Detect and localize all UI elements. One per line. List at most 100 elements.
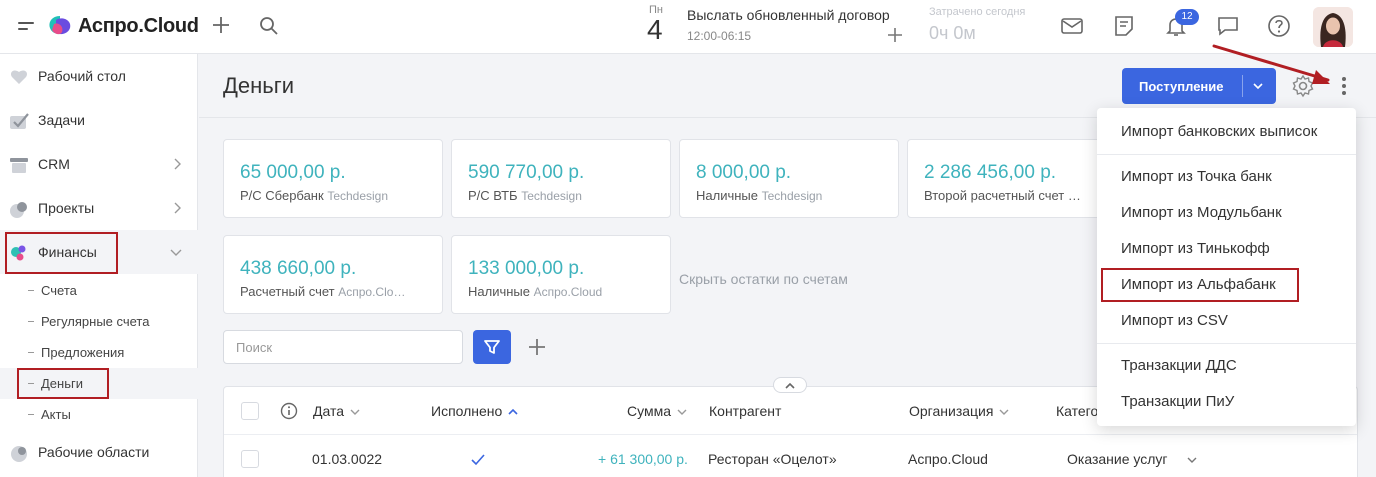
column-date[interactable]: Дата xyxy=(313,403,360,419)
sidebar-item-label: Задачи xyxy=(38,112,86,128)
sidebar-subitem-label: Счета xyxy=(41,283,77,298)
account-org: Аспро.Cloud xyxy=(533,285,603,299)
add-time-icon[interactable] xyxy=(886,26,904,44)
select-all-checkbox[interactable] xyxy=(241,402,259,420)
sidebar-item-finance[interactable]: Финансы xyxy=(0,230,198,274)
sidebar-item-workspaces[interactable]: Рабочие области xyxy=(0,430,198,474)
menu-item-import-csv[interactable]: Импорт из CSV xyxy=(1097,303,1356,339)
menu-item-label: Импорт из CSV xyxy=(1121,312,1228,329)
search-icon[interactable] xyxy=(258,15,280,37)
menu-item-import-alfabank[interactable]: Импорт из Альфабанк xyxy=(1097,267,1356,303)
chevron-up-icon xyxy=(508,409,518,415)
sidebar-item-projects[interactable]: Проекты xyxy=(0,186,198,230)
chevron-down-icon xyxy=(677,409,687,416)
menu-item-label: Импорт из Тинькофф xyxy=(1121,240,1270,257)
column-completed[interactable]: Исполнено xyxy=(431,403,518,419)
finance-icon xyxy=(11,245,26,261)
account-org: Techdesign xyxy=(327,189,389,203)
column-organization[interactable]: Организация xyxy=(909,403,1009,419)
spent-today-label: Затрачено сегодня xyxy=(929,6,1026,18)
sidebar-item-label: Рабочие области xyxy=(38,444,150,460)
mail-icon[interactable] xyxy=(1060,14,1084,38)
row-category[interactable]: Оказание услуг xyxy=(1067,451,1168,467)
menu-item-import-tinkoff[interactable]: Импорт из Тинькофф xyxy=(1097,231,1356,267)
chevron-right-icon xyxy=(174,202,181,214)
sidebar-subitem-acts[interactable]: Акты xyxy=(0,399,198,430)
notes-icon[interactable] xyxy=(1112,14,1136,38)
account-balance: 590 770,00 р. xyxy=(468,162,585,183)
sidebar-item-label: Рабочий стол xyxy=(38,68,126,84)
search-input[interactable] xyxy=(223,330,463,364)
menu-icon[interactable] xyxy=(18,22,34,32)
top-bar: Аспро.Cloud Пн 4 Выслать обновленный дог… xyxy=(0,0,1376,54)
account-balance: 8 000,00 р. xyxy=(696,162,792,183)
column-counterparty[interactable]: Контрагент xyxy=(709,403,781,419)
sidebar-subitem-money[interactable]: Деньги xyxy=(0,368,198,399)
account-name: Наличные Аспро.Cloud xyxy=(468,284,603,299)
menu-item-import-tochka[interactable]: Импорт из Точка банк xyxy=(1097,159,1356,195)
account-card[interactable]: 133 000,00 р. Наличные Аспро.Cloud xyxy=(451,235,671,314)
sidebar-subitem-label: Акты xyxy=(41,407,71,422)
account-card[interactable]: 590 770,00 р. Р/С ВТБ Techdesign xyxy=(451,139,671,218)
account-org: Techdesign xyxy=(521,189,582,203)
projects-icon xyxy=(10,202,27,218)
account-card[interactable]: 65 000,00 р. Р/С Сбербанк Techdesign xyxy=(223,139,443,218)
add-icon[interactable] xyxy=(210,14,232,36)
help-icon[interactable] xyxy=(1267,14,1291,38)
app-name[interactable]: Аспро.Cloud xyxy=(78,15,199,38)
hide-balances-link[interactable]: Скрыть остатки по счетам xyxy=(679,271,848,287)
check-icon xyxy=(10,113,29,129)
chevron-up-icon xyxy=(785,382,795,389)
account-name: Второй расчетный счет … xyxy=(924,188,1081,203)
menu-item-pnl-transactions[interactable]: Транзакции ПиУ xyxy=(1097,384,1356,420)
chevron-down-icon[interactable] xyxy=(1187,456,1197,464)
column-category[interactable]: Катего xyxy=(1056,403,1098,419)
account-name: Р/С Сбербанк Techdesign xyxy=(240,188,389,203)
heart-icon xyxy=(10,70,28,84)
menu-item-import-bank-statements[interactable]: Импорт банковских выписок xyxy=(1097,114,1356,150)
chevron-down-icon xyxy=(170,249,182,256)
current-task-time: 12:00-06:15 xyxy=(687,29,752,43)
menu-item-label: Импорт банковских выписок xyxy=(1121,123,1318,140)
menu-item-label: Импорт из Модульбанк xyxy=(1121,204,1282,221)
account-balance: 2 286 456,00 р. xyxy=(924,162,1057,183)
sidebar: Рабочий стол Задачи CRM Проекты Финансы … xyxy=(0,54,198,477)
sidebar-subitem-offers[interactable]: Предложения xyxy=(0,337,198,368)
chevron-down-icon xyxy=(999,409,1009,416)
menu-item-label: Импорт из Альфабанк xyxy=(1121,276,1276,293)
current-task-title[interactable]: Выслать обновленный договор xyxy=(687,7,890,23)
menu-item-cashflow-transactions[interactable]: Транзакции ДДС xyxy=(1097,348,1356,384)
collapse-panel-toggle[interactable] xyxy=(773,377,807,393)
sidebar-item-label: Проекты xyxy=(38,200,95,216)
spent-today-value: 0ч 0м xyxy=(929,23,976,43)
completed-check-icon xyxy=(471,454,485,466)
annotation-arrow-icon xyxy=(1212,44,1330,84)
filter-button[interactable] xyxy=(473,330,511,364)
day-number: 4 xyxy=(647,14,663,45)
sidebar-subitem-label: Регулярные счета xyxy=(41,314,150,329)
account-org: Techdesign xyxy=(761,189,823,203)
info-icon[interactable] xyxy=(280,402,298,420)
account-card[interactable]: 8 000,00 р. Наличные Techdesign xyxy=(679,139,899,218)
notifications-badge: 12 xyxy=(1175,9,1199,25)
account-card[interactable]: 2 286 456,00 р. Второй расчетный счет … xyxy=(907,139,1127,218)
row-counterparty[interactable]: Ресторан «Оцелот» xyxy=(708,451,837,467)
menu-item-label: Транзакции ПиУ xyxy=(1121,393,1235,410)
chat-icon[interactable] xyxy=(1216,14,1240,38)
account-name: Наличные Techdesign xyxy=(696,188,823,203)
sidebar-subitem-label: Предложения xyxy=(41,345,125,360)
row-checkbox[interactable] xyxy=(241,450,259,468)
chevron-down-icon xyxy=(350,409,360,416)
sidebar-item-crm[interactable]: CRM xyxy=(0,142,198,186)
sidebar-item-tasks[interactable]: Задачи xyxy=(0,98,198,142)
sidebar-subitem-invoices[interactable]: Счета xyxy=(0,275,198,306)
menu-item-import-modulbank[interactable]: Импорт из Модульбанк xyxy=(1097,195,1356,231)
account-card[interactable]: 438 660,00 р. Расчетный счет Аспро.Clo… xyxy=(223,235,443,314)
logo-icon xyxy=(49,16,71,35)
sidebar-item-desktop[interactable]: Рабочий стол xyxy=(0,54,198,98)
sidebar-item-label: Финансы xyxy=(38,244,97,260)
account-balance: 438 660,00 р. xyxy=(240,258,357,279)
sidebar-subitem-recurring-invoices[interactable]: Регулярные счета xyxy=(0,306,198,337)
add-transaction-icon[interactable] xyxy=(526,336,548,358)
column-amount[interactable]: Сумма xyxy=(627,403,687,419)
